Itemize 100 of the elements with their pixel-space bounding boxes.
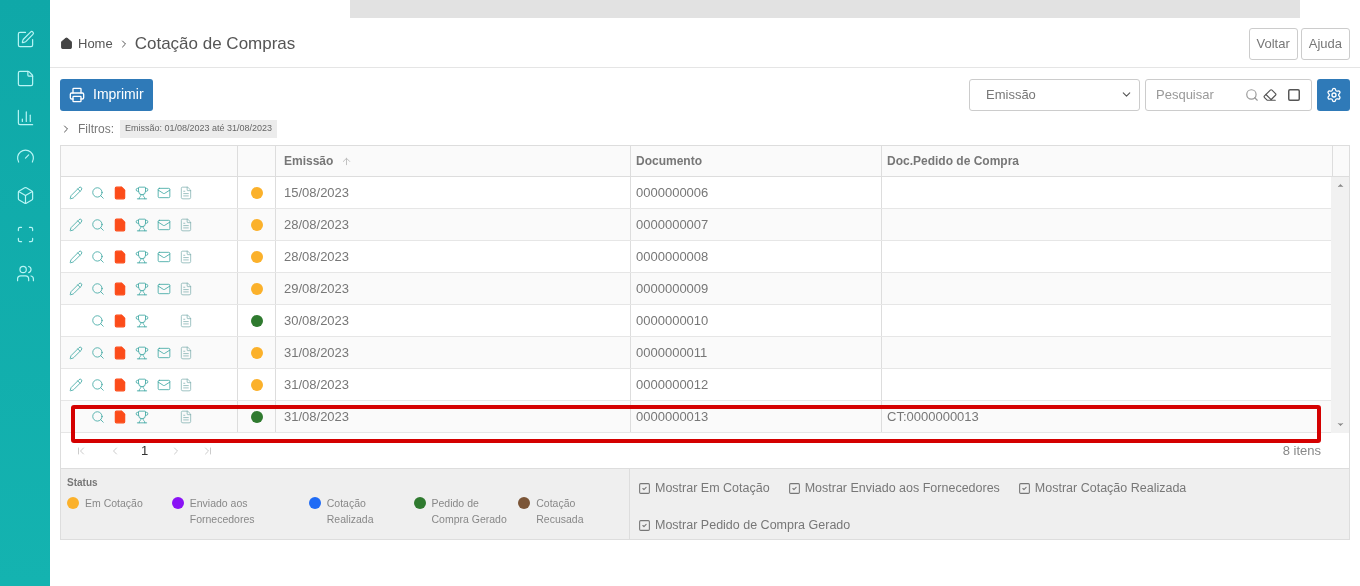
- status-filter-checkbox[interactable]: Mostrar Pedido de Compra Gerado: [638, 515, 851, 535]
- document-cell-text: 0000000008: [636, 247, 709, 266]
- settings-button[interactable]: [1317, 78, 1350, 111]
- document-icon[interactable]: [113, 217, 127, 232]
- pencil-icon[interactable]: [69, 345, 83, 360]
- legend-label: Cotação Recusada: [536, 496, 585, 527]
- first-page-icon[interactable]: [75, 444, 87, 457]
- column-header[interactable]: Documento: [636, 152, 702, 170]
- search-icon[interactable]: [91, 281, 105, 296]
- checkbox-icon: [638, 481, 651, 495]
- date-cell-text: 31/08/2023: [284, 343, 350, 362]
- search-box[interactable]: Pesquisar: [1145, 78, 1312, 111]
- search-icon[interactable]: [91, 185, 105, 200]
- header-button[interactable]: Ajuda: [1300, 27, 1350, 60]
- date-cell-text: 28/08/2023: [284, 215, 350, 234]
- pencil-icon[interactable]: [69, 249, 83, 264]
- pencil-icon[interactable]: [69, 281, 83, 296]
- word-file-icon[interactable]: [179, 281, 193, 296]
- bar-chart-icon[interactable]: [15, 108, 35, 127]
- search-icon[interactable]: [91, 377, 105, 392]
- cube-icon[interactable]: [15, 186, 35, 205]
- checkbox-icon: [1017, 481, 1031, 495]
- scroll-up-icon[interactable]: [1335, 181, 1345, 190]
- legend-label: Enviado aos Fornecedores: [189, 496, 256, 527]
- document-icon[interactable]: [113, 185, 127, 200]
- document-icon[interactable]: [113, 281, 127, 296]
- trophy-icon[interactable]: [135, 345, 149, 360]
- document-cell-text: 0000000011: [636, 343, 708, 362]
- word-file-icon[interactable]: [179, 345, 193, 360]
- envelope-icon[interactable]: [157, 217, 171, 232]
- column-header[interactable]: Doc.Pedido de Compra: [887, 152, 1020, 170]
- document-icon[interactable]: [113, 249, 127, 264]
- filters-label: Filtros:: [78, 121, 114, 138]
- page-number[interactable]: 1: [141, 440, 149, 461]
- settings-icon: [1325, 86, 1342, 103]
- trophy-icon[interactable]: [135, 313, 149, 328]
- envelope-icon[interactable]: [157, 249, 171, 264]
- word-file-icon[interactable]: [179, 313, 193, 328]
- pencil-icon[interactable]: [69, 185, 83, 200]
- word-file-icon[interactable]: [179, 217, 193, 232]
- column-header[interactable]: Emissão: [284, 152, 334, 170]
- status-filter-checkbox[interactable]: Mostrar Enviado aos Fornecedores: [787, 479, 1000, 498]
- scan-frame-icon[interactable]: [15, 225, 35, 244]
- scroll-down-icon[interactable]: [1335, 420, 1345, 429]
- note-icon[interactable]: [15, 69, 35, 88]
- trophy-icon[interactable]: [135, 185, 149, 200]
- checkbox-icon: [638, 518, 651, 532]
- date-cell-text: 28/08/2023: [284, 247, 350, 266]
- trophy-icon[interactable]: [135, 409, 149, 424]
- pencil-icon[interactable]: [69, 217, 83, 232]
- legend-label: Cotação Realizada: [326, 496, 375, 527]
- search-icon[interactable]: [91, 217, 105, 232]
- document-icon[interactable]: [113, 377, 127, 392]
- date-cell-text: 31/08/2023: [284, 407, 350, 426]
- search-field[interactable]: Pesquisar: [1156, 84, 1236, 105]
- document-icon[interactable]: [113, 313, 127, 328]
- document-cell-text: 0000000010: [636, 311, 709, 330]
- pencil-icon[interactable]: [69, 377, 83, 392]
- home-link[interactable]: Home: [78, 33, 113, 54]
- legend-title: Status: [67, 476, 99, 490]
- header-button[interactable]: Voltar: [1248, 27, 1298, 60]
- gauge-icon[interactable]: [15, 147, 35, 166]
- search-toggle-checkbox[interactable]: [1287, 87, 1301, 102]
- date-cell-text: 29/08/2023: [284, 279, 350, 298]
- filter-tag: Emissão: 01/08/2023 até 31/08/2023: [120, 120, 278, 138]
- sort-select[interactable]: Emissão: [969, 78, 1140, 111]
- envelope-icon[interactable]: [157, 185, 171, 200]
- word-file-icon[interactable]: [179, 185, 193, 200]
- word-file-icon[interactable]: [179, 409, 193, 424]
- search-icon[interactable]: [91, 249, 105, 264]
- trophy-icon[interactable]: [135, 281, 149, 296]
- edit-icon[interactable]: [15, 30, 35, 49]
- trophy-icon[interactable]: [135, 249, 149, 264]
- search-icon[interactable]: [91, 409, 105, 424]
- trophy-icon[interactable]: [135, 377, 149, 392]
- status-filter-checkbox[interactable]: Mostrar Cotação Realizada: [1017, 479, 1187, 498]
- legend-label: Pedido de Compra Gerado: [431, 496, 508, 527]
- status-filter-checkbox[interactable]: Mostrar Em Cotação: [638, 479, 770, 498]
- search-icon[interactable]: [91, 345, 105, 360]
- trophy-icon[interactable]: [135, 217, 149, 232]
- envelope-icon[interactable]: [157, 377, 171, 392]
- document-cell-text: 0000000012: [636, 375, 709, 394]
- search-icon[interactable]: [91, 313, 105, 328]
- scrollbar[interactable]: [1331, 177, 1349, 433]
- envelope-icon[interactable]: [157, 345, 171, 360]
- envelope-icon[interactable]: [157, 281, 171, 296]
- date-cell-text: 15/08/2023: [284, 183, 350, 202]
- date-cell-text: 30/08/2023: [284, 311, 350, 330]
- document-icon[interactable]: [113, 345, 127, 360]
- word-file-icon[interactable]: [179, 249, 193, 264]
- print-button[interactable]: Imprimir: [60, 78, 153, 111]
- users-icon[interactable]: [15, 264, 35, 283]
- word-file-icon[interactable]: [179, 377, 193, 392]
- document-cell-text: 0000000007: [636, 215, 709, 234]
- document-cell-text: 0000000006: [636, 183, 709, 202]
- page-title: Cotação de Compras: [134, 32, 296, 55]
- eraser-icon[interactable]: [1263, 87, 1277, 102]
- checkbox-icon: [787, 481, 801, 495]
- home-icon: [60, 37, 73, 50]
- document-icon[interactable]: [113, 409, 127, 424]
